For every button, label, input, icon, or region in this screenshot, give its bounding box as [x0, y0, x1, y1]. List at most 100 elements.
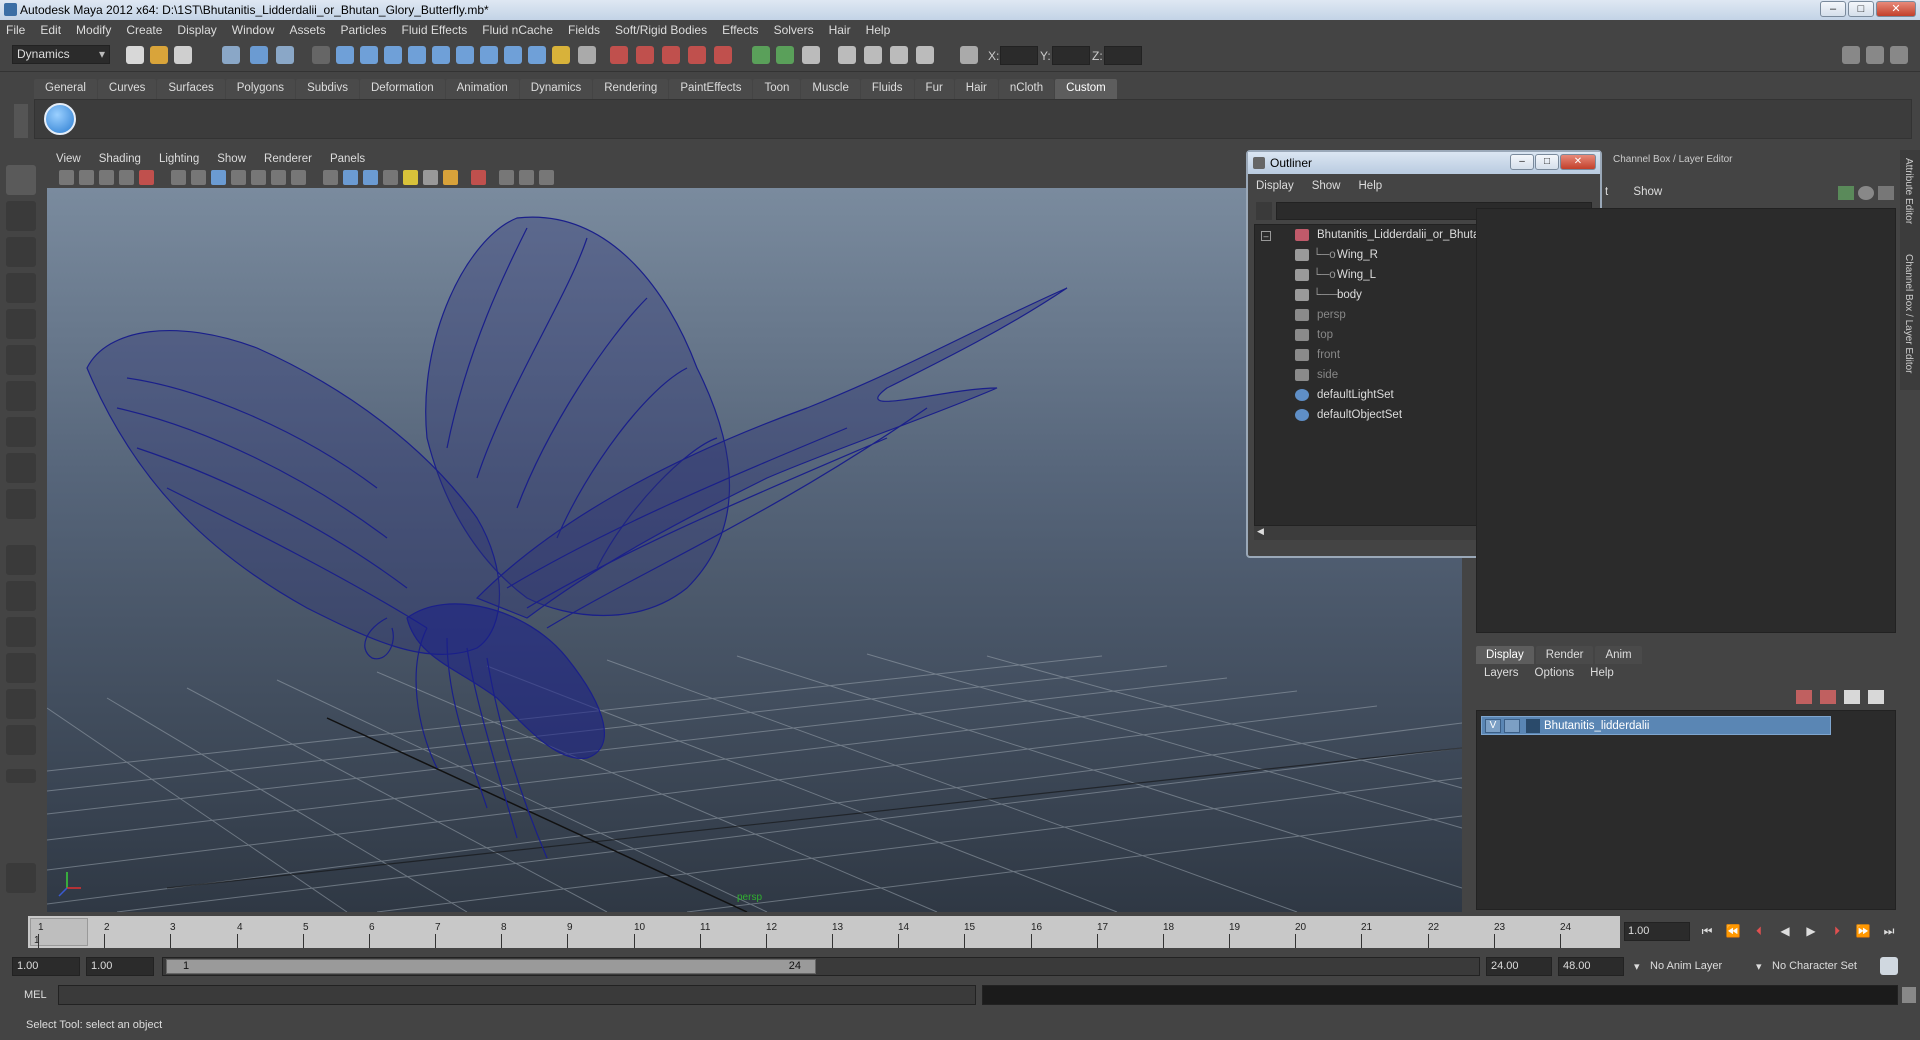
animation-end-field[interactable]: 48.00: [1558, 957, 1624, 976]
menu-fields[interactable]: Fields: [568, 23, 600, 37]
hypershade-icon[interactable]: [916, 46, 934, 64]
outliner-menu-display[interactable]: Display: [1256, 180, 1294, 192]
persp-hypershade-layout-icon[interactable]: [6, 689, 36, 719]
layer-options-icon[interactable]: [1844, 690, 1860, 704]
play-backwards-icon[interactable]: ◀: [1776, 922, 1794, 940]
layer-tab-render[interactable]: Render: [1535, 646, 1594, 664]
y-field[interactable]: [1052, 46, 1090, 65]
show-channel-box-icon[interactable]: [1890, 46, 1908, 64]
panel-menu-panels[interactable]: Panels: [330, 153, 365, 165]
menu-window[interactable]: Window: [232, 23, 275, 37]
hotbox-icon[interactable]: [6, 863, 36, 893]
shelf-tab-fur[interactable]: Fur: [914, 79, 954, 99]
safe-title-icon[interactable]: [291, 170, 306, 185]
step-back-frame-icon[interactable]: ⏴: [1750, 922, 1768, 940]
panel-menu-show[interactable]: Show: [217, 153, 246, 165]
menu-effects[interactable]: Effects: [722, 23, 758, 37]
menu-create[interactable]: Create: [126, 23, 162, 37]
select-tool-icon[interactable]: [6, 165, 36, 195]
select-component-icon[interactable]: [276, 46, 294, 64]
channel-box-pick-icon[interactable]: [1878, 186, 1894, 200]
menu-soft-rigid-bodies[interactable]: Soft/Rigid Bodies: [615, 23, 707, 37]
x-ray-icon[interactable]: [499, 170, 514, 185]
shadows-icon[interactable]: [423, 170, 438, 185]
layer-tab-display[interactable]: Display: [1476, 646, 1534, 664]
transform-mode-icon[interactable]: [960, 46, 978, 64]
time-slider[interactable]: [28, 916, 1620, 948]
use-default-lights-icon[interactable]: [403, 170, 418, 185]
menu-solvers[interactable]: Solvers: [774, 23, 814, 37]
render-frame-icon[interactable]: [838, 46, 856, 64]
high-quality-icon[interactable]: [443, 170, 458, 185]
layer-color-swatch-icon[interactable]: [1526, 719, 1540, 733]
new-scene-icon[interactable]: [126, 46, 144, 64]
make-live-icon[interactable]: [714, 46, 732, 64]
field-chart-icon[interactable]: [251, 170, 266, 185]
grid-icon[interactable]: [171, 170, 186, 185]
range-slider-handle[interactable]: 1 24: [166, 959, 816, 974]
shelf-tab-general[interactable]: General: [34, 79, 97, 99]
layer-menu-layers[interactable]: Layers: [1484, 667, 1519, 679]
maximize-button[interactable]: □: [1848, 1, 1874, 17]
mask-dropdown-icon[interactable]: [312, 46, 330, 64]
channel-box-tab[interactable]: Channel Box / Layer Editor: [1903, 254, 1914, 374]
channel-box-menu-edit[interactable]: t: [1605, 186, 1608, 198]
go-to-end-icon[interactable]: ⏭: [1880, 922, 1898, 940]
snap-grid-icon[interactable]: [610, 46, 628, 64]
menu-file[interactable]: File: [6, 23, 25, 37]
four-view-layout-icon[interactable]: [6, 581, 36, 611]
menu-hair[interactable]: Hair: [829, 23, 851, 37]
select-object-icon[interactable]: [250, 46, 268, 64]
render-settings-icon[interactable]: [890, 46, 908, 64]
channel-box-tool-icon[interactable]: [1838, 186, 1854, 200]
step-forward-frame-icon[interactable]: ⏵: [1828, 922, 1846, 940]
outliner-title-bar[interactable]: Outliner – □ ✕: [1248, 152, 1600, 174]
anim-layer-dropdown-icon[interactable]: ▾: [1634, 960, 1640, 973]
persp-outliner-layout-icon[interactable]: [6, 617, 36, 647]
new-layer-icon[interactable]: [1796, 690, 1812, 704]
menu-edit[interactable]: Edit: [40, 23, 61, 37]
layer-add-icon[interactable]: [1868, 690, 1884, 704]
layer-tab-anim[interactable]: Anim: [1595, 646, 1642, 664]
minimize-button[interactable]: –: [1820, 1, 1846, 17]
channel-box-help-icon[interactable]: [1858, 186, 1874, 200]
panel-menu-shading[interactable]: Shading: [99, 153, 141, 165]
lock-selection-icon[interactable]: [552, 46, 570, 64]
panel-menu-renderer[interactable]: Renderer: [264, 153, 312, 165]
menu-help[interactable]: Help: [866, 23, 891, 37]
grease-pencil-icon[interactable]: [139, 170, 154, 185]
wireframe-on-shaded-icon[interactable]: [363, 170, 378, 185]
menu-display[interactable]: Display: [177, 23, 216, 37]
shelf-tab-painteffects[interactable]: PaintEffects: [669, 79, 753, 99]
playback-start-field[interactable]: 1.00: [86, 957, 154, 976]
open-scene-icon[interactable]: [150, 46, 168, 64]
layer-visibility-toggle[interactable]: V: [1485, 719, 1501, 733]
shelf-tab-curves[interactable]: Curves: [97, 79, 157, 99]
new-layer-selected-icon[interactable]: [1820, 690, 1836, 704]
gate-mask-icon[interactable]: [231, 170, 246, 185]
animation-start-field[interactable]: 1.00: [12, 957, 80, 976]
shelf-tab-deformation[interactable]: Deformation: [359, 79, 445, 99]
select-deformations-icon[interactable]: [432, 46, 450, 64]
shelf-tab-rendering[interactable]: Rendering: [593, 79, 669, 99]
select-curves-icon[interactable]: [384, 46, 402, 64]
panel-menu-lighting[interactable]: Lighting: [159, 153, 199, 165]
checkmark-shelf-icon[interactable]: [44, 103, 76, 135]
snap-view-plane-icon[interactable]: [688, 46, 706, 64]
save-scene-icon[interactable]: [174, 46, 192, 64]
collapse-toggle-icon[interactable]: –: [1261, 231, 1271, 241]
camera-attributes-icon[interactable]: [59, 170, 74, 185]
scroll-left-icon[interactable]: ◀: [1257, 526, 1264, 537]
script-editor-icon[interactable]: [1902, 987, 1916, 1003]
camera-bookmark-icon[interactable]: [79, 170, 94, 185]
scale-tool-icon[interactable]: [6, 345, 36, 375]
outliner-menu-show[interactable]: Show: [1312, 180, 1341, 192]
last-tool-icon[interactable]: [6, 489, 36, 519]
shelf-menu-icon[interactable]: [14, 104, 28, 138]
x-field[interactable]: [1000, 46, 1038, 65]
construction-history-icon[interactable]: [776, 46, 794, 64]
select-misc-icon[interactable]: [504, 46, 522, 64]
shelf-tab-hair[interactable]: Hair: [954, 79, 998, 99]
select-dynamics-icon[interactable]: [456, 46, 474, 64]
select-hierarchy-icon[interactable]: [222, 46, 240, 64]
